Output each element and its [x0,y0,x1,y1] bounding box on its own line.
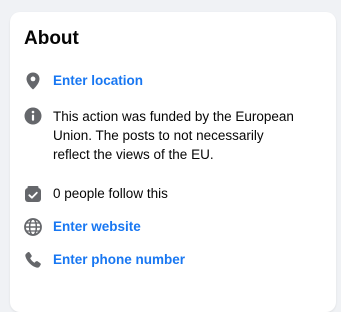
phone-row[interactable]: Enter phone number [24,251,185,269]
globe-icon [24,218,42,236]
location-pin-icon [24,72,42,90]
followers-row: 0 people follow this [24,185,168,203]
info-icon [24,107,42,125]
followers-check-icon [24,185,42,203]
enter-website-link[interactable]: Enter website [53,218,141,236]
about-title: About [24,28,79,49]
about-card: About Enter location This action was fun… [10,12,336,312]
phone-icon [24,251,42,269]
enter-location-link[interactable]: Enter location [53,72,143,90]
page-description: This action was funded by the European U… [53,109,294,162]
followers-count: 0 people follow this [53,186,168,201]
description-row: This action was funded by the European U… [24,107,303,164]
location-row[interactable]: Enter location [24,72,143,90]
website-row[interactable]: Enter website [24,218,141,236]
enter-phone-link[interactable]: Enter phone number [53,251,185,269]
